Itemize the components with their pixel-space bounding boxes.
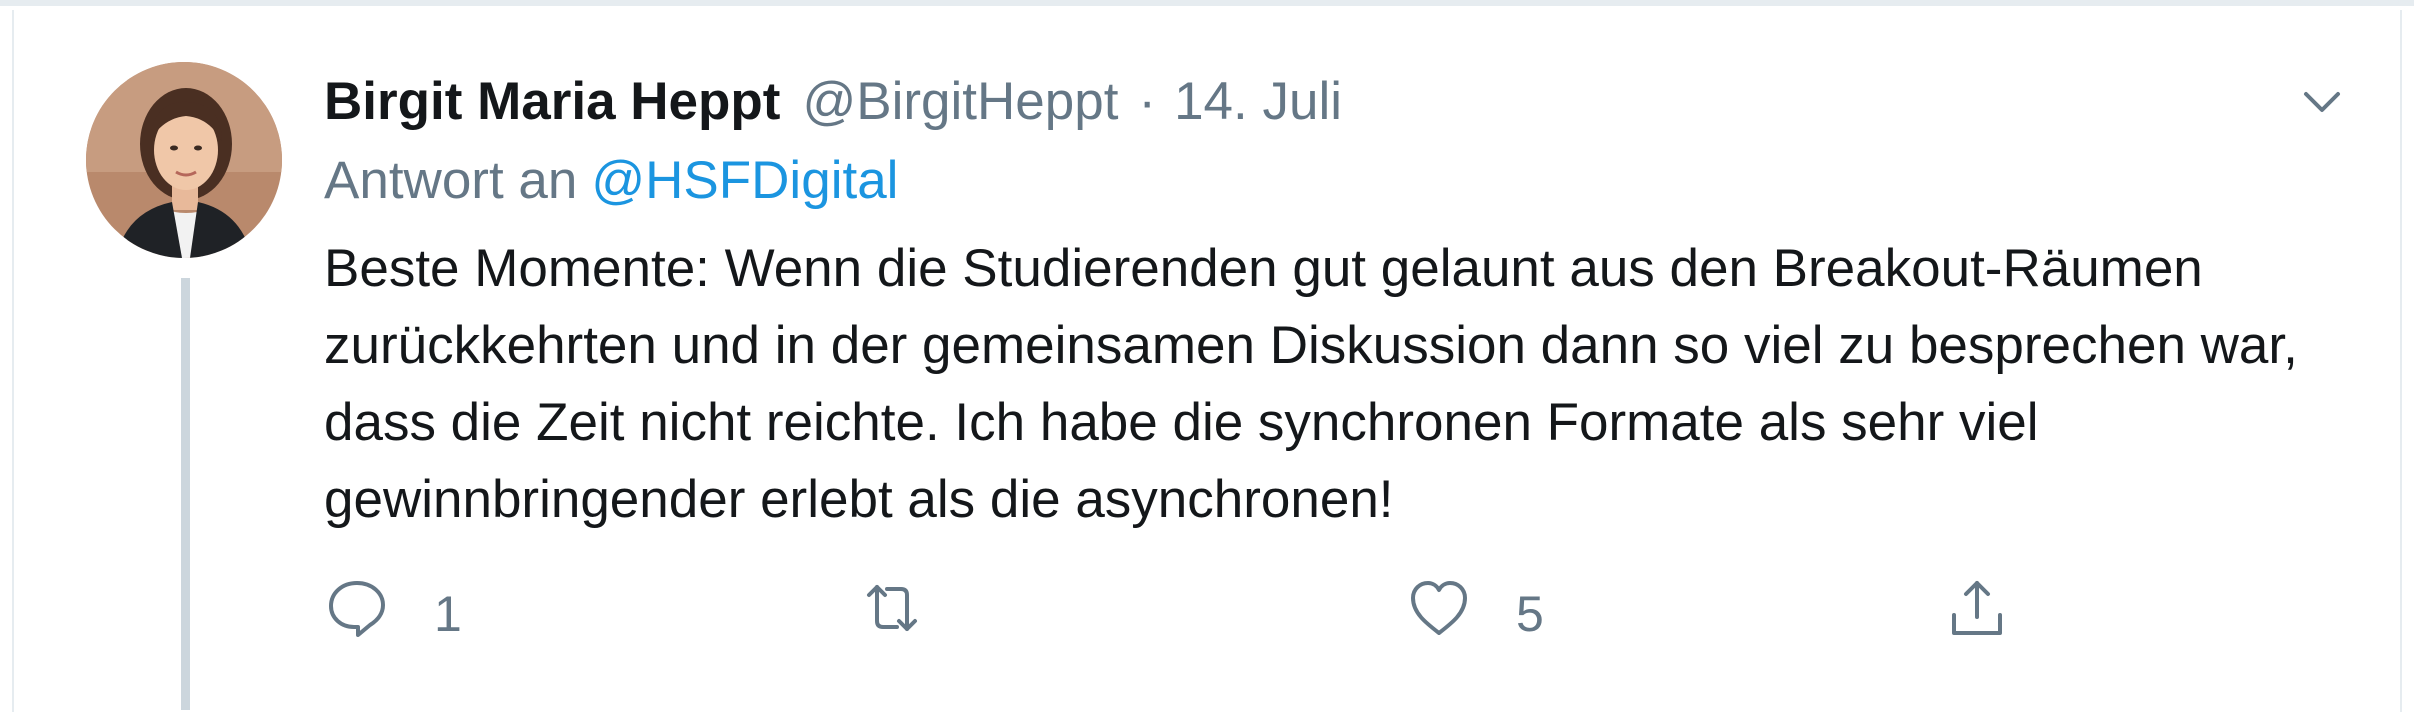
reply-context: Antwort an @HSFDigital (324, 150, 898, 211)
heart-icon (1406, 575, 1472, 653)
tweet-date[interactable]: 14. Juli (1174, 71, 1342, 132)
reply-prefix: Antwort an (324, 151, 578, 210)
like-count: 5 (1516, 586, 1544, 642)
comment-icon (324, 575, 390, 653)
retweet-icon (859, 575, 925, 653)
top-divider (0, 0, 2414, 6)
separator-dot: · (1138, 71, 1157, 131)
reply-count: 1 (434, 586, 462, 642)
thread-line (181, 278, 190, 710)
tweet-header: Birgit Maria Heppt @BirgitHeppt · 14. Ju… (324, 66, 1342, 136)
like-button[interactable]: 5 (1406, 575, 1544, 653)
avatar[interactable] (86, 62, 282, 258)
reply-mention-link[interactable]: @HSFDigital (591, 151, 898, 210)
tweet-text: Beste Momente: Wenn die Studierenden gut… (324, 239, 2298, 529)
share-button[interactable] (1944, 575, 2010, 653)
reply-button[interactable]: 1 (324, 575, 462, 653)
author-handle[interactable]: @BirgitHeppt (802, 71, 1118, 132)
chevron-down-icon[interactable] (2294, 74, 2350, 130)
tweet-actions: 1 5 (324, 575, 2024, 645)
retweet-button[interactable] (859, 575, 925, 653)
author-name[interactable]: Birgit Maria Heppt (324, 71, 780, 132)
share-icon (1944, 575, 2010, 653)
tweet-card[interactable]: Birgit Maria Heppt @BirgitHeppt · 14. Ju… (12, 10, 2402, 712)
